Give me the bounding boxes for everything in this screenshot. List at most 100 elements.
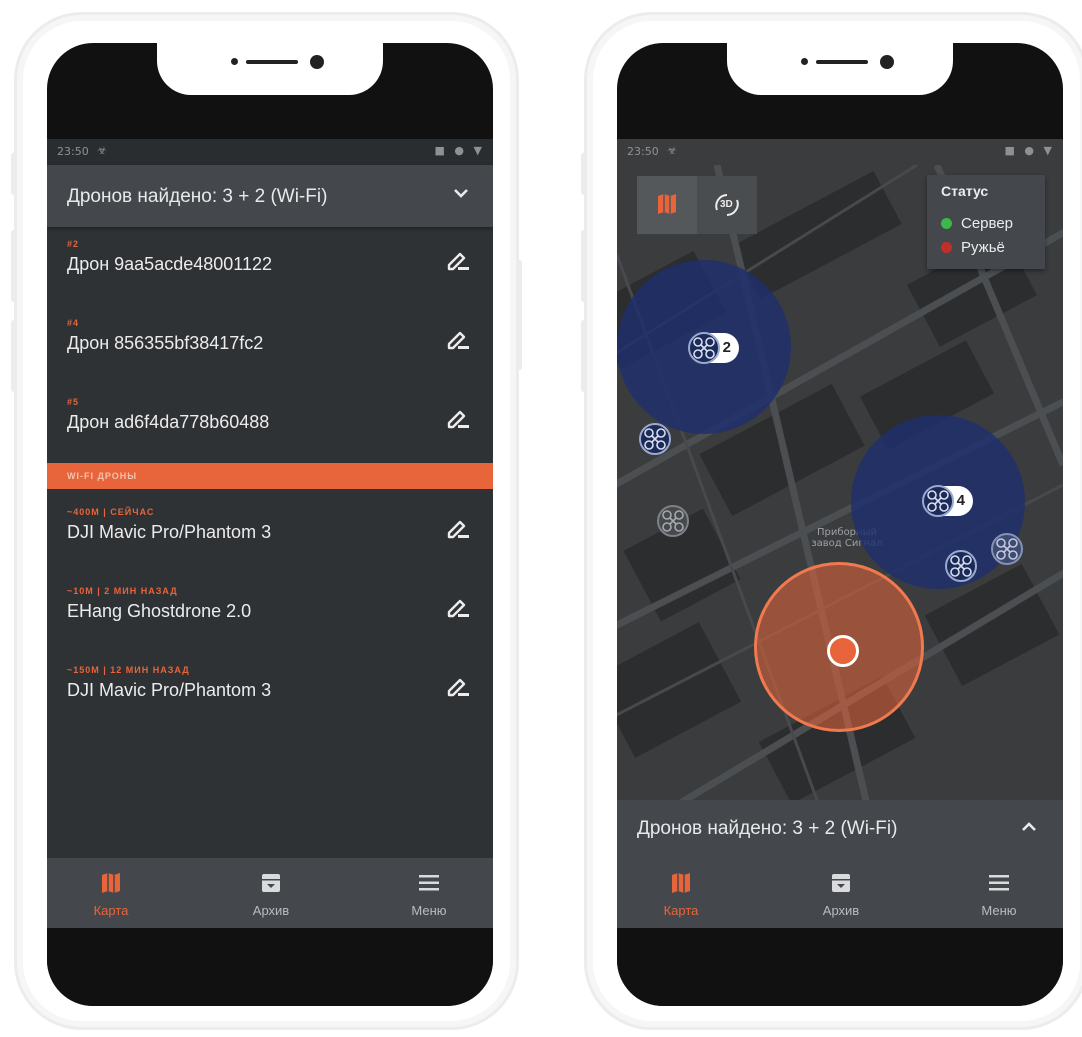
list-item-drone-2[interactable]: #2 Дрон 9aa5acde48001122 — [47, 235, 493, 303]
edit-icon[interactable] — [445, 675, 471, 699]
drone-count-title: Дронов найдено: 3 + 2 (Wi-Fi) — [67, 186, 328, 207]
archive-icon — [829, 872, 853, 894]
drone-marker[interactable] — [991, 533, 1023, 565]
volume-down-button — [581, 320, 586, 392]
nav-map-label: Карта — [663, 903, 699, 918]
edit-icon[interactable] — [445, 596, 471, 620]
map-icon — [99, 872, 123, 894]
cluster-count: 2 — [722, 339, 731, 356]
status-bar: 23:50 ☣ ■ ● ▼ — [47, 139, 493, 165]
nav-map[interactable]: Карта — [51, 858, 171, 928]
side-button — [581, 153, 586, 195]
wifi-section-header: WI-FI ДРОНЫ — [47, 463, 493, 489]
drone-marker[interactable] — [639, 423, 671, 455]
drone-count-header[interactable]: Дронов найдено: 3 + 2 (Wi-Fi) — [47, 165, 493, 227]
bottom-navigation: Карта Архив Меню — [47, 858, 493, 928]
drone-marker[interactable] — [945, 550, 977, 582]
drone-id: #4 — [67, 318, 80, 328]
view-3d-button[interactable]: 3D — [697, 176, 757, 234]
status-indicator-icon: ☣ — [97, 144, 107, 157]
map-icon — [669, 872, 693, 894]
nav-menu-label: Меню — [411, 903, 447, 918]
nav-archive-label: Архив — [822, 903, 860, 918]
legend-title: Статус — [941, 183, 989, 199]
notch — [727, 43, 953, 95]
drone-icon — [688, 332, 720, 364]
side-button — [11, 153, 16, 195]
chevron-down-icon[interactable] — [453, 183, 469, 204]
volume-down-button — [11, 320, 16, 392]
drone-id: #5 — [67, 397, 80, 407]
nav-archive[interactable]: Архив — [781, 858, 901, 928]
rotate-3d-icon: 3D — [711, 190, 743, 225]
edit-icon[interactable] — [445, 328, 471, 352]
drone-count-title: Дронов найдено: 3 + 2 (Wi-Fi) — [637, 818, 898, 839]
drone-icon — [922, 485, 954, 517]
legend-item-gun: Ружьё — [941, 239, 1005, 256]
volume-up-button — [581, 230, 586, 302]
sensor-dot — [801, 58, 808, 65]
gun-status-dot — [941, 242, 952, 253]
drone-cluster-marker[interactable]: 4 — [922, 485, 973, 517]
drone-list: Дронов найдено: 3 + 2 (Wi-Fi) #2 Дрон 9a… — [47, 165, 493, 858]
nav-map-label: Карта — [93, 903, 129, 918]
menu-icon — [987, 872, 1011, 894]
drone-count-sheet[interactable]: Дронов найдено: 3 + 2 (Wi-Fi) — [617, 800, 1063, 858]
nav-menu[interactable]: Меню — [369, 858, 489, 928]
map-mode-button[interactable] — [637, 176, 697, 234]
screen-bottom-bezel — [47, 928, 493, 1006]
status-indicator-icon: ☣ — [667, 144, 677, 157]
view-3d-label: 3D — [720, 199, 733, 210]
wifi-drone-name: DJI Mavic Pro/Phantom 3 — [67, 522, 272, 542]
sensor-dot — [231, 58, 238, 65]
list-item-drone-5[interactable]: #5 Дрон ad6f4da778b60488 — [47, 393, 493, 461]
speaker-grille — [246, 60, 298, 64]
status-icons: ■ ● ▼ — [1004, 144, 1055, 157]
phone-frame-right: 23:50 ☣ ■ ● ▼ 3D Статус Сервер Ружьё При… — [581, 12, 1082, 1030]
edit-icon[interactable] — [445, 249, 471, 273]
list-item-wifi-drone[interactable]: ~150М | 12 МИН НАЗАД DJI Mavic Pro/Phant… — [47, 661, 493, 729]
nav-map[interactable]: Карта — [621, 858, 741, 928]
status-time: 23:50 — [57, 145, 89, 158]
wifi-drone-meta: ~10М | 2 МИН НАЗАД — [67, 586, 178, 596]
camera — [310, 55, 324, 69]
camera — [880, 55, 894, 69]
map-icon — [655, 193, 679, 220]
wifi-drone-name: EHang Ghostdrone 2.0 — [67, 601, 252, 621]
cluster-count: 4 — [956, 492, 965, 509]
legend-item-server: Сервер — [941, 215, 1013, 232]
nav-menu-label: Меню — [981, 903, 1017, 918]
phone-frame-left: 23:50 ☣ ■ ● ▼ Дронов найдено: 3 + 2 (Wi-… — [11, 12, 522, 1030]
status-legend: Статус Сервер Ружьё — [927, 175, 1045, 269]
wifi-drone-meta: ~150М | 12 МИН НАЗАД — [67, 665, 190, 675]
legend-server-label: Сервер — [961, 215, 1014, 232]
drone-name: Дрон 856355bf38417fc2 — [67, 333, 264, 353]
notch — [157, 43, 383, 95]
chevron-up-icon[interactable] — [1021, 817, 1037, 838]
screen-right: 23:50 ☣ ■ ● ▼ 3D Статус Сервер Ружьё При… — [617, 43, 1063, 1006]
power-button — [517, 260, 522, 370]
speaker-grille — [816, 60, 868, 64]
drone-id: #2 — [67, 239, 80, 249]
wifi-drone-name: DJI Mavic Pro/Phantom 3 — [67, 680, 272, 700]
map-view[interactable]: 3D Статус Сервер Ружьё Приборный завод С… — [617, 165, 1063, 800]
list-item-drone-4[interactable]: #4 Дрон 856355bf38417fc2 — [47, 314, 493, 382]
legend-gun-label: Ружьё — [961, 239, 1005, 256]
drone-name: Дрон ad6f4da778b60488 — [67, 412, 270, 432]
status-icons: ■ ● ▼ — [434, 144, 485, 157]
nav-archive-label: Архив — [252, 903, 290, 918]
edit-icon[interactable] — [445, 517, 471, 541]
list-item-wifi-drone[interactable]: ~10М | 2 МИН НАЗАД EHang Ghostdrone 2.0 — [47, 582, 493, 650]
nav-menu[interactable]: Меню — [939, 858, 1059, 928]
drone-marker-inactive[interactable] — [657, 505, 689, 537]
list-item-wifi-drone[interactable]: ~400М | СЕЙЧАС DJI Mavic Pro/Phantom 3 — [47, 503, 493, 571]
wifi-drone-meta: ~400М | СЕЙЧАС — [67, 507, 155, 517]
drone-cluster-marker[interactable]: 2 — [688, 332, 739, 364]
archive-icon — [259, 872, 283, 894]
volume-up-button — [11, 230, 16, 302]
nav-archive[interactable]: Архив — [211, 858, 331, 928]
edit-icon[interactable] — [445, 407, 471, 431]
status-time: 23:50 — [627, 145, 659, 158]
operator-location-marker[interactable] — [827, 635, 859, 667]
drone-name: Дрон 9aa5acde48001122 — [67, 254, 272, 274]
